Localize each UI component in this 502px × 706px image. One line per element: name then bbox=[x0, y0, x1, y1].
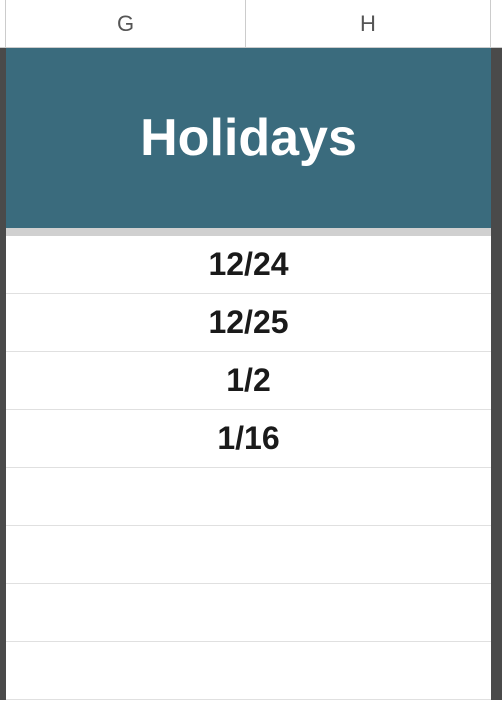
column-header-row: G H bbox=[0, 0, 502, 48]
column-spacer bbox=[491, 0, 502, 47]
header-title: Holidays bbox=[140, 108, 357, 168]
column-header-h[interactable]: H bbox=[246, 0, 491, 47]
data-rows: 12/24 12/25 1/2 1/16 bbox=[6, 236, 491, 700]
header-merged-cell[interactable]: Holidays bbox=[6, 48, 491, 228]
sheet-body: Holidays 12/24 12/25 1/2 1/16 bbox=[0, 48, 502, 700]
frame-border-left bbox=[0, 48, 6, 700]
column-header-g[interactable]: G bbox=[6, 0, 246, 47]
frame-border-right bbox=[491, 48, 502, 700]
table-row[interactable] bbox=[6, 526, 491, 584]
table-row[interactable] bbox=[6, 468, 491, 526]
table-row[interactable]: 12/24 bbox=[6, 236, 491, 294]
table-row[interactable]: 12/25 bbox=[6, 294, 491, 352]
table-row[interactable] bbox=[6, 584, 491, 642]
table-row[interactable] bbox=[6, 642, 491, 700]
table-row[interactable]: 1/2 bbox=[6, 352, 491, 410]
freeze-bar[interactable] bbox=[0, 228, 502, 236]
table-row[interactable]: 1/16 bbox=[6, 410, 491, 468]
